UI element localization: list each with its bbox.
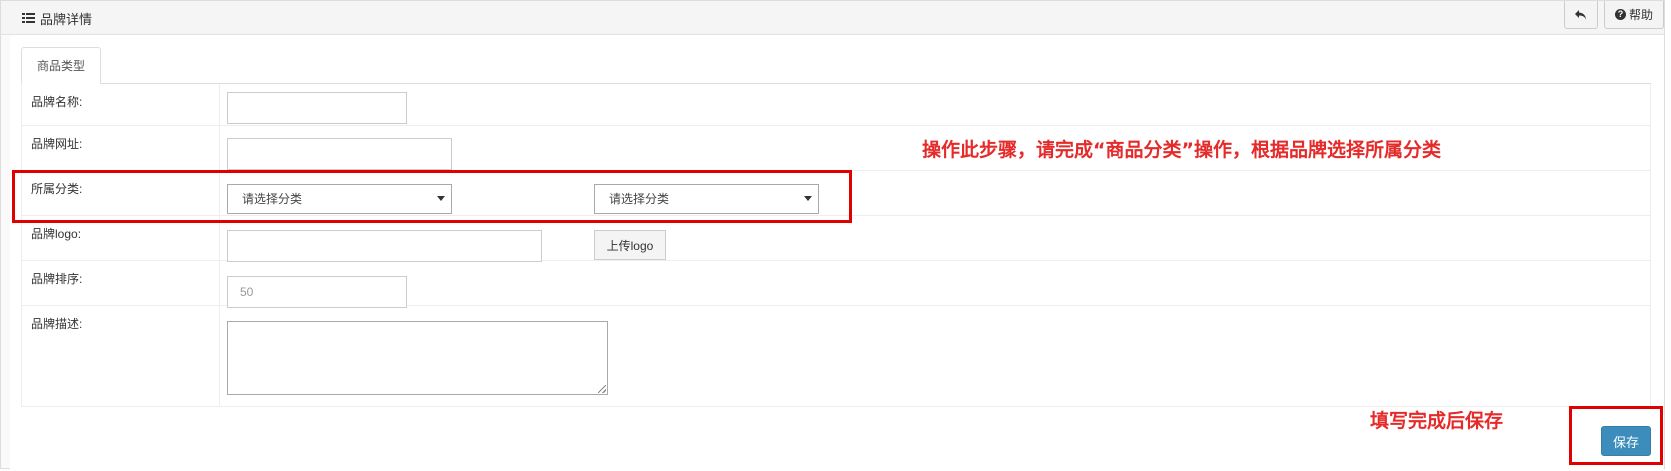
brand-desc-textarea[interactable] (227, 321, 608, 395)
brand-url-label: 品牌网址: (31, 137, 83, 151)
panel-heading: 品牌详情 ? 帮助 (1, 1, 1664, 35)
upload-logo-button[interactable]: 上传logo (594, 230, 666, 260)
help-label: 帮助 (1628, 8, 1653, 22)
page-title: 品牌详情 (22, 9, 92, 28)
brand-logo-input[interactable] (227, 230, 542, 262)
brand-sort-input[interactable]: 50 (227, 276, 407, 308)
back-button[interactable] (1564, 1, 1598, 29)
question-circle-icon: ? (1614, 9, 1626, 20)
reply-arrow-icon (1575, 9, 1586, 19)
save-annotation: 填写完成后保存 (1370, 410, 1504, 432)
help-button[interactable]: ? 帮助 (1604, 1, 1664, 29)
brand-sort-label: 品牌排序: (31, 272, 83, 286)
list-icon (22, 13, 35, 24)
brand-logo-label: 品牌logo: (31, 227, 82, 241)
brand-name-input[interactable] (227, 92, 407, 124)
resize-grip-icon[interactable] (598, 385, 606, 393)
page-title-text: 品牌详情 (40, 12, 93, 27)
tab-product-type[interactable]: 商品类型 (21, 47, 101, 84)
brand-desc-label: 品牌描述: (31, 317, 83, 331)
brand-url-input[interactable] (227, 138, 452, 170)
instruction-annotation: 操作此步骤，请完成“商品分类”操作，根据品牌选择所属分类 (922, 139, 1441, 161)
brand-name-label: 品牌名称: (31, 95, 83, 109)
highlight-box-category (12, 170, 852, 223)
highlight-box-save (1569, 406, 1663, 465)
